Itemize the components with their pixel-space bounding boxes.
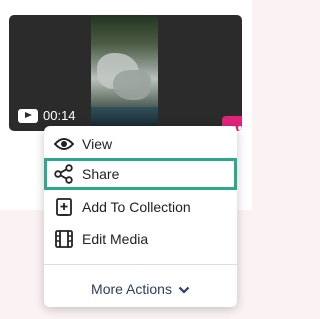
actions-dropdown-menu: View Share Add To Collection Edit Media …: [44, 126, 237, 307]
menu-item-share[interactable]: Share: [44, 158, 237, 190]
video-thumbnail[interactable]: 00:14: [9, 15, 242, 131]
menu-item-label: Share: [82, 166, 120, 182]
chevron-down-icon: [178, 281, 190, 297]
menu-item-edit-media[interactable]: Edit Media: [44, 223, 237, 255]
menu-item-add-to-collection[interactable]: Add To Collection: [44, 191, 237, 223]
rock-shape: [113, 70, 151, 100]
video-play-icon: [18, 108, 38, 123]
menu-item-label: Add To Collection: [82, 199, 191, 215]
menu-item-label: View: [82, 136, 113, 152]
eye-icon: [53, 133, 75, 155]
film-icon: [53, 228, 75, 250]
more-actions-label: More Actions: [91, 281, 172, 297]
menu-item-label: Edit Media: [82, 231, 149, 247]
menu-divider: [44, 264, 237, 265]
duration-badge: 00:14: [18, 108, 76, 123]
add-collection-icon: [53, 196, 75, 218]
video-preview-image: [91, 15, 158, 131]
share-icon: [53, 163, 75, 185]
menu-item-view[interactable]: View: [44, 128, 237, 160]
more-actions-button[interactable]: More Actions: [44, 276, 237, 302]
duration-text: 00:14: [43, 108, 76, 123]
